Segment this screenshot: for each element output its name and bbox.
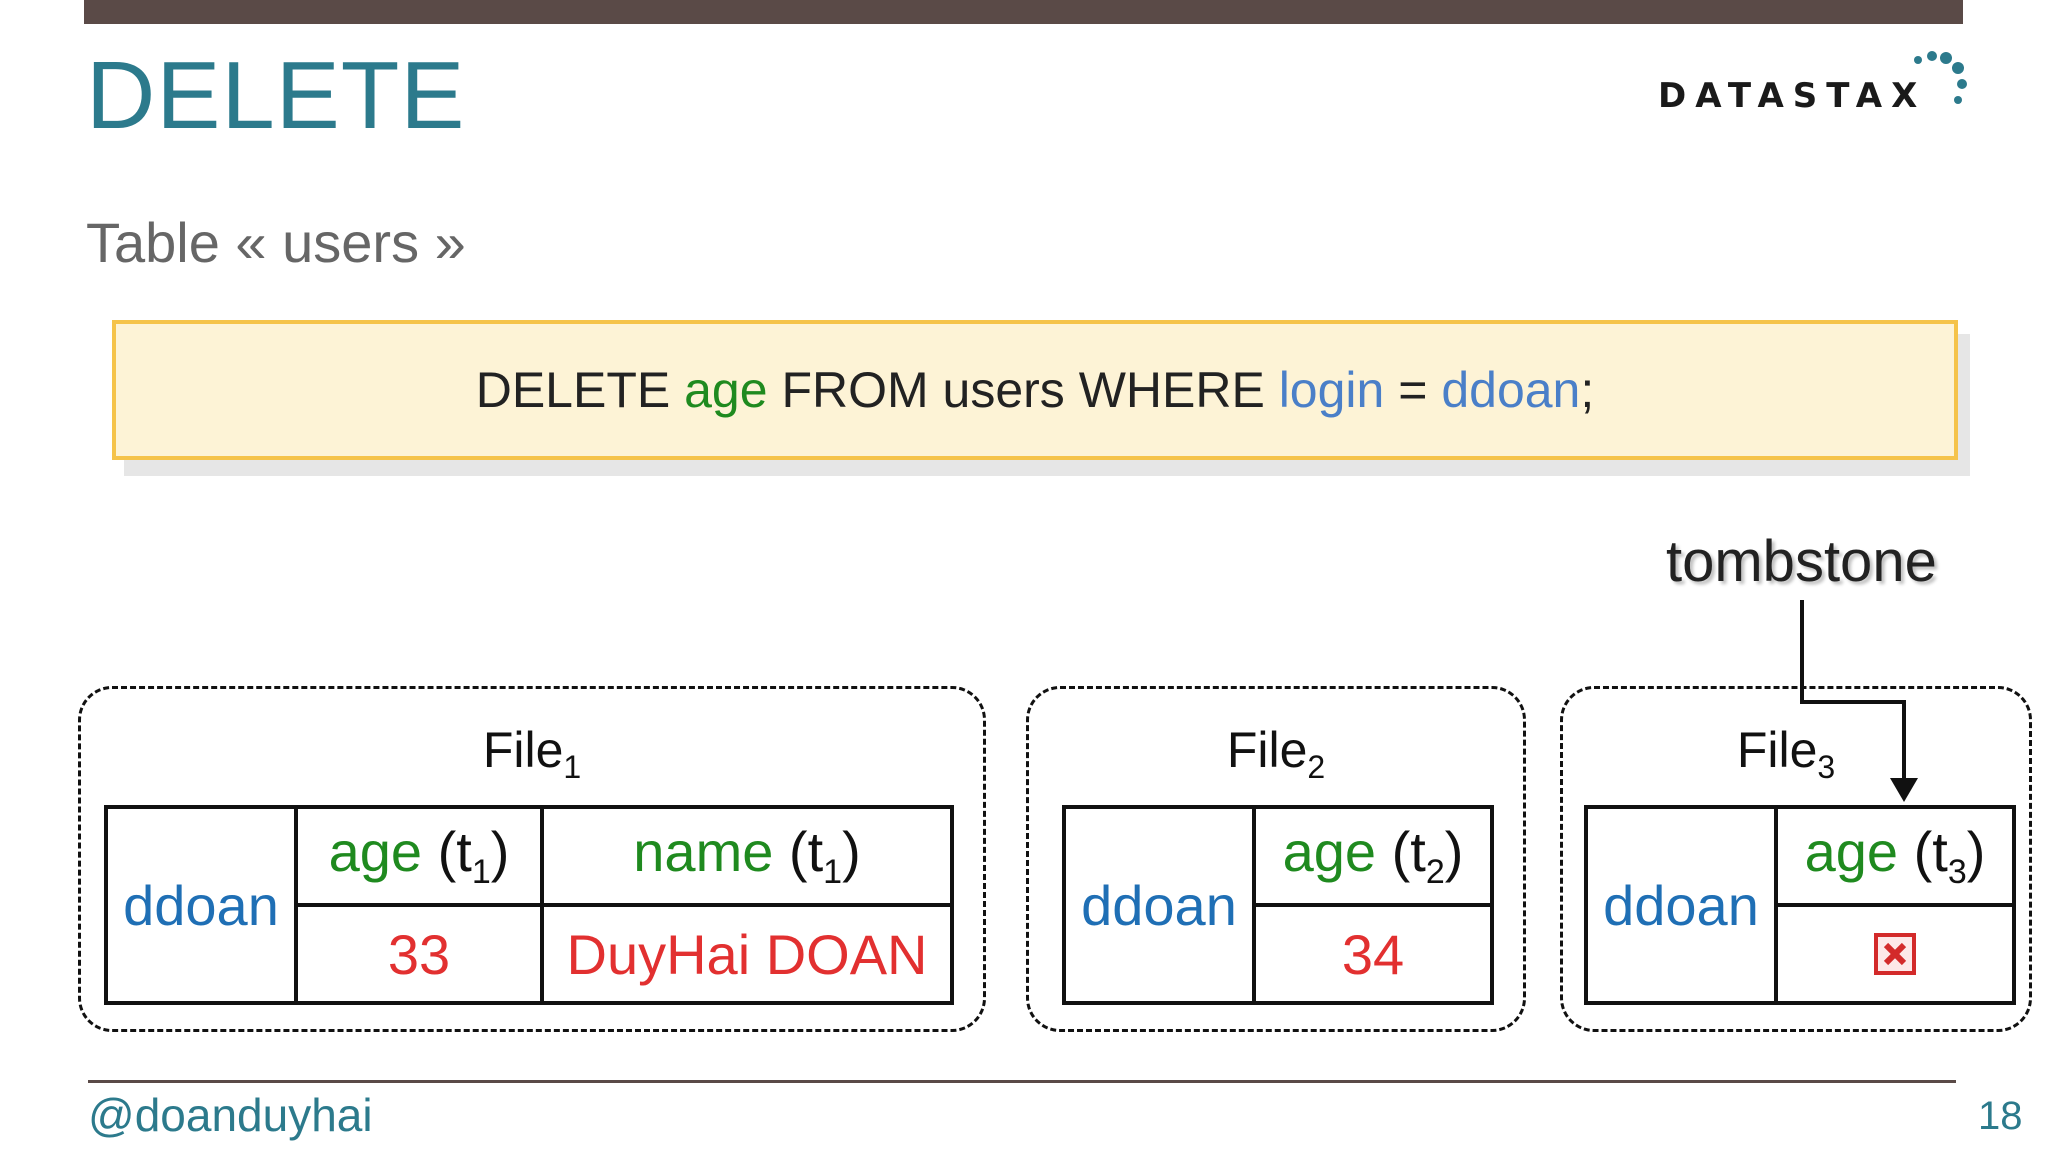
- column-header-age: age (t2): [1252, 805, 1494, 907]
- partition-key-cell: ddoan: [1062, 805, 1256, 1005]
- query-prefix: DELETE: [475, 362, 685, 418]
- author-handle: @doanduyhai: [88, 1089, 373, 1141]
- datastax-logo: DATASTAX: [1658, 48, 1978, 128]
- file-3-table: ddoan age (t3): [1584, 805, 2016, 1005]
- top-accent-bar: [84, 0, 1963, 24]
- column-header-age: age (t1): [294, 805, 544, 907]
- cell-name-value: DuyHai DOAN: [540, 903, 954, 1005]
- cell-tombstone-value: [1774, 903, 2016, 1005]
- file-1-container: File1 ddoan age (t1) name (t1) 33 DuyHai…: [78, 686, 986, 1032]
- file-2-table: ddoan age (t2) 34: [1062, 805, 1494, 1005]
- cell-age-value: 33: [294, 903, 544, 1005]
- query-box: DELETE age FROM users WHERE login = ddoa…: [112, 320, 1958, 460]
- column-header-name: name (t1): [540, 805, 954, 907]
- tombstone-label: tombstone: [1666, 529, 1937, 594]
- logo-wordmark: DATASTAX: [1658, 76, 1927, 116]
- slide-title: DELETE: [86, 42, 466, 149]
- file-1-label: File1: [482, 722, 582, 785]
- file-3-container: File3 ddoan age (t3): [1560, 686, 2032, 1032]
- slide-subtitle: Table « users »: [86, 211, 466, 274]
- file-2-label: File2: [1226, 722, 1326, 785]
- page-number: 18: [1978, 1094, 2023, 1138]
- tombstone-x-icon: [1874, 933, 1916, 975]
- query-eq: =: [1384, 362, 1442, 418]
- logo-dots-icon: [1914, 51, 1967, 104]
- query-mid: FROM users WHERE: [767, 362, 1279, 418]
- file-1-table: ddoan age (t1) name (t1) 33 DuyHai DOAN: [104, 805, 954, 1005]
- query-key-value: ddoan: [1441, 362, 1581, 418]
- partition-key-cell: ddoan: [104, 805, 298, 1005]
- file-3-label: File3: [1736, 722, 1836, 785]
- file-2-container: File2 ddoan age (t2) 34: [1026, 686, 1526, 1032]
- partition-key-cell: ddoan: [1584, 805, 1778, 1005]
- cell-age-value: 34: [1252, 903, 1494, 1005]
- footer-divider: [88, 1080, 1956, 1083]
- query-key-column: login: [1278, 362, 1385, 418]
- cql-statement: DELETE age FROM users WHERE login = ddoa…: [476, 361, 1595, 419]
- query-suffix: ;: [1580, 362, 1595, 418]
- column-header-age: age (t3): [1774, 805, 2016, 907]
- query-column: age: [684, 362, 768, 418]
